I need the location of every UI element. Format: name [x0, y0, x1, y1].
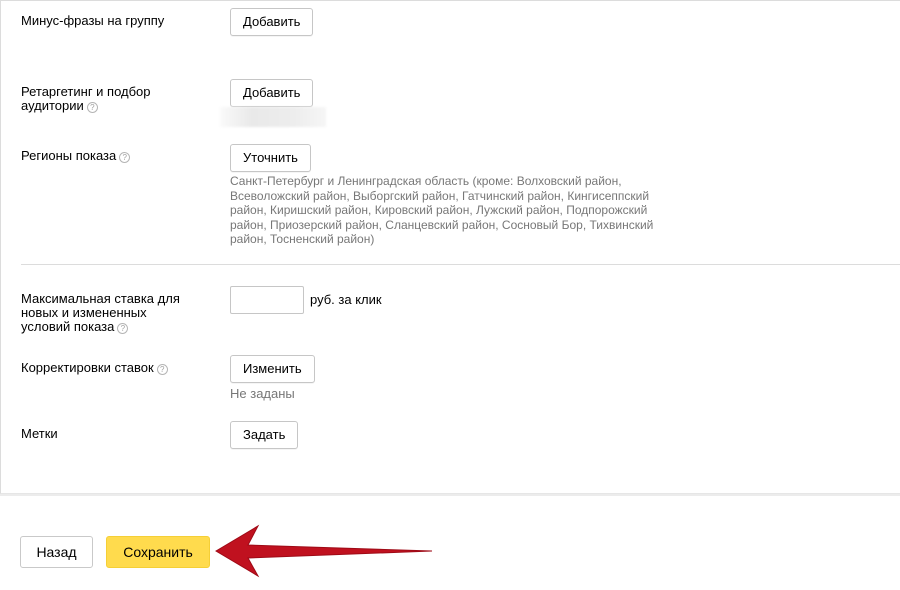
max-bid-input[interactable] [230, 286, 304, 314]
regions-line: район, Тосненский район) [230, 232, 375, 246]
add-retargeting-button[interactable]: Добавить [230, 79, 314, 107]
regions-line: Санкт-Петербург и Ленинградская область … [230, 174, 622, 188]
regions-label-text: Регионы показа [21, 148, 117, 163]
help-icon[interactable]: ? [119, 152, 131, 163]
set-tags-button[interactable]: Задать [230, 421, 299, 449]
save-button[interactable]: Сохранить [106, 536, 210, 568]
add-minus-phrases-button[interactable]: Добавить [230, 8, 314, 36]
refine-regions-button[interactable]: Уточнить [230, 144, 311, 172]
max-bid-label-line1: Максимальная ставка для [21, 291, 180, 306]
max-bid-label: Максимальная ставка для новых и измененн… [21, 292, 180, 334]
regions-line: район, Киришский район, Кировский район,… [230, 203, 648, 217]
regions-label: Регионы показа? [21, 148, 131, 163]
help-icon[interactable]: ? [156, 364, 168, 375]
retargeting-label: Ретаргетинг и подбор аудитории? [21, 85, 151, 113]
max-bid-label-line3: условий показа [21, 319, 115, 334]
panel-bottom-strip [0, 494, 900, 496]
max-bid-unit: руб. за клик [310, 292, 382, 307]
bid-adjustments-status: Не заданы [230, 386, 295, 401]
minus-phrases-label: Минус-фразы на группу [21, 13, 165, 28]
form-panel: Минус-фразы на группу Добавить Ретаргети… [0, 0, 900, 494]
section-divider [21, 264, 900, 265]
retargeting-label-line1: Ретаргетинг и подбор [21, 84, 151, 99]
regions-line: район, Приозерский район, Сланцевский ра… [230, 217, 654, 232]
back-button[interactable]: Назад [20, 536, 93, 568]
bid-adjustments-label: Корректировки ставок? [21, 361, 168, 375]
regions-list: Санкт-Петербург и Ленинградская область … [230, 174, 653, 247]
help-icon[interactable]: ? [86, 102, 98, 113]
max-bid-label-line2: новых и измененных [21, 305, 147, 320]
retargeting-label-line2: аудитории [21, 98, 84, 113]
help-icon[interactable]: ? [117, 323, 129, 334]
annotation-arrow-icon [215, 524, 433, 578]
tags-label: Метки [21, 426, 58, 441]
change-bid-adjustments-button[interactable]: Изменить [230, 355, 315, 383]
blurred-content [220, 107, 326, 127]
regions-line: Всеволожский район, Выборгский район, Га… [230, 188, 650, 203]
bid-adjustments-label-text: Корректировки ставок [21, 360, 154, 375]
